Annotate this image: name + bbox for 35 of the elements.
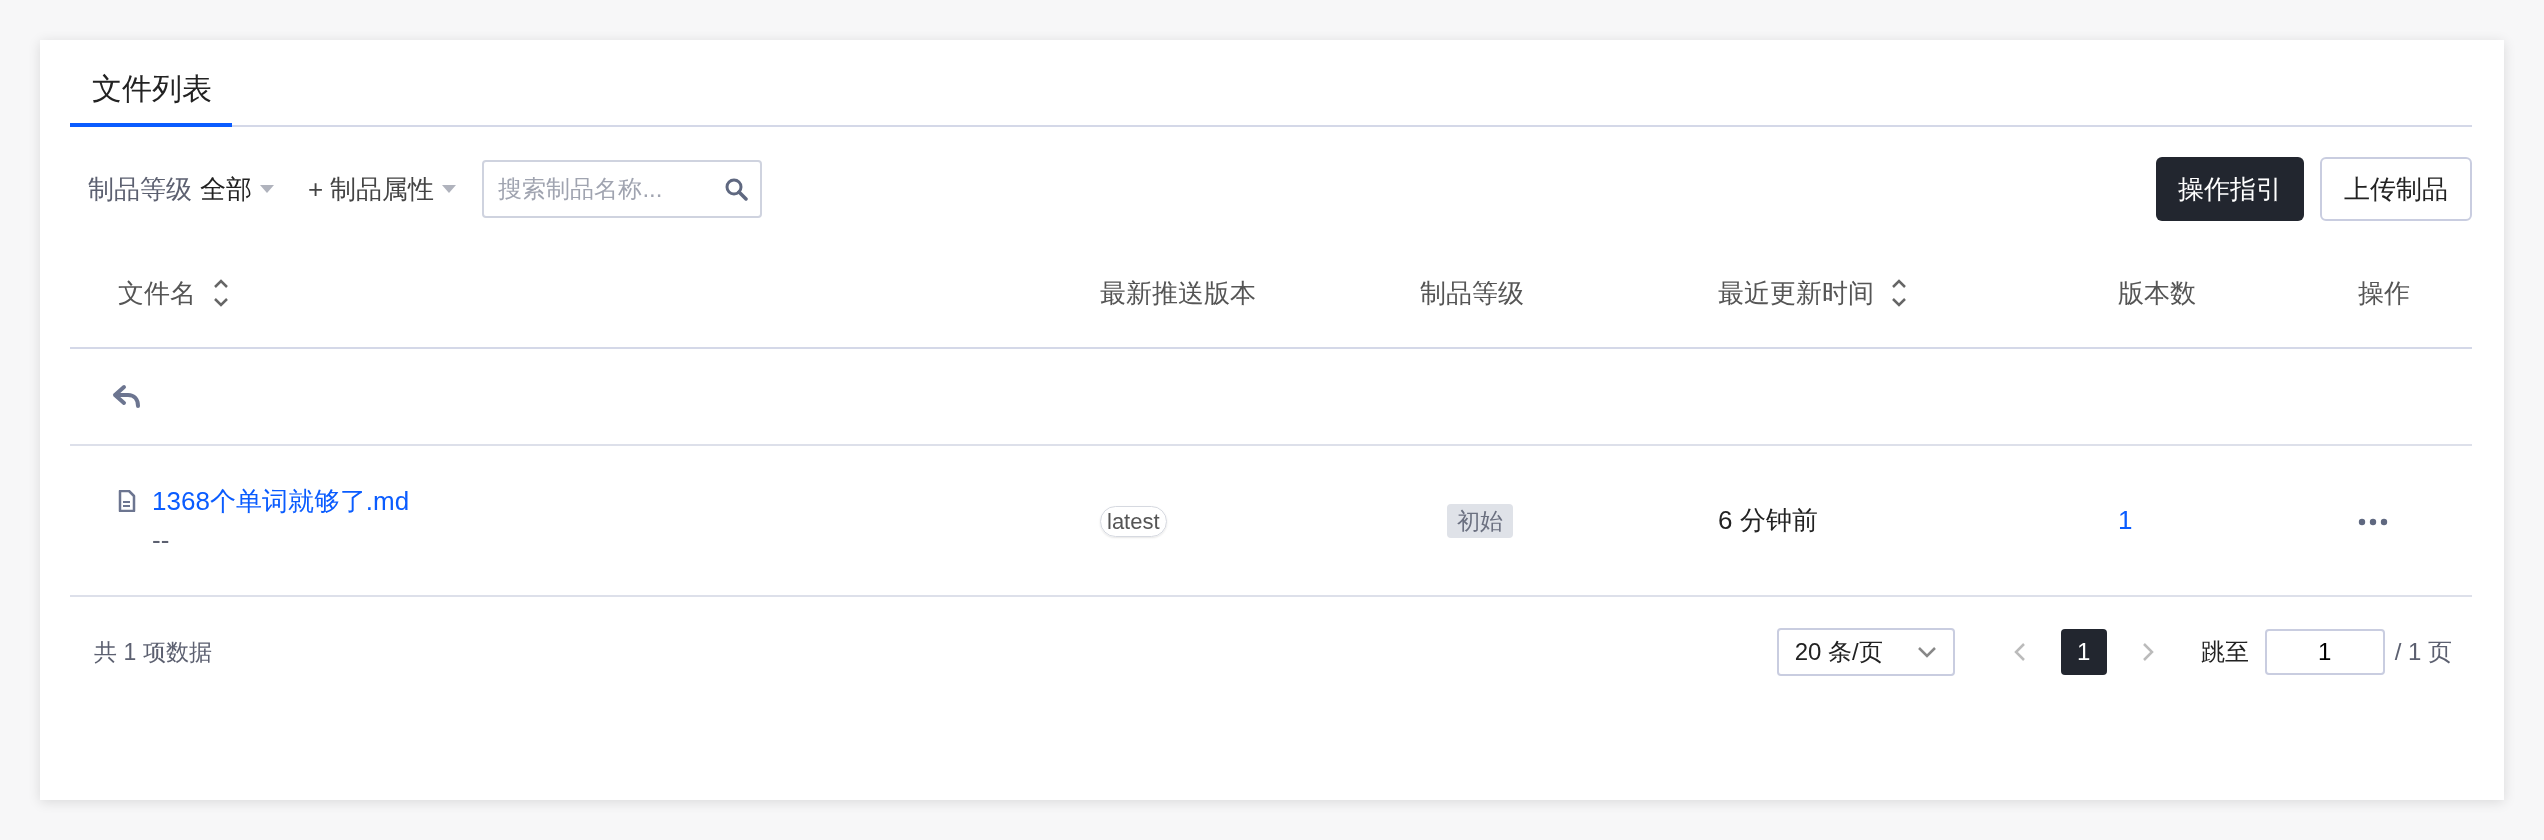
total-count: 共 1 项数据	[94, 637, 212, 667]
column-header: 最近更新时间	[1718, 276, 1874, 310]
chevron-right-icon	[2141, 642, 2154, 662]
column-header: 操作	[2358, 276, 2410, 310]
attribute-dropdown[interactable]: + 制品属性	[308, 169, 457, 209]
sort-icon[interactable]	[1890, 278, 1908, 308]
sort-icon[interactable]	[212, 278, 230, 308]
version-count-link[interactable]: 1	[2118, 505, 2133, 535]
column-header: 文件名	[118, 276, 196, 310]
search-icon[interactable]	[724, 177, 749, 201]
column-header: 最新推送版本	[1100, 276, 1256, 310]
page-size-select[interactable]: 20 条/页	[1776, 628, 1955, 676]
updated-time: 6 分钟前	[1718, 505, 1818, 535]
search-field[interactable]: 搜索制品名称...	[482, 160, 763, 218]
chevron-down-icon	[1916, 646, 1937, 658]
grade-dropdown[interactable]: 全部	[200, 169, 274, 209]
more-icon[interactable]	[2358, 518, 2388, 527]
back-icon[interactable]	[112, 383, 142, 410]
document-icon	[118, 489, 136, 512]
page-total: / 1 页	[2394, 637, 2452, 667]
upload-button[interactable]: 上传制品	[2320, 157, 2472, 221]
column-header: 制品等级	[1420, 276, 1524, 310]
chevron-left-icon	[2013, 642, 2026, 662]
caret-icon	[442, 185, 457, 193]
tab[interactable]: 文件列表	[70, 62, 232, 127]
file-description: --	[152, 523, 171, 557]
jump-page-input[interactable]: 1	[2264, 629, 2385, 675]
filter-label: 制品等级	[88, 172, 192, 206]
caret-icon	[260, 185, 274, 193]
page-button[interactable]: 1	[2060, 629, 2107, 675]
grade-tag: 初始	[1447, 504, 1513, 538]
column-header: 版本数	[2118, 276, 2196, 310]
file-link[interactable]: 1368个单词就够了.md	[152, 481, 410, 521]
jump-label: 跳至	[2200, 637, 2249, 667]
guide-button[interactable]: 操作指引	[2156, 157, 2304, 221]
